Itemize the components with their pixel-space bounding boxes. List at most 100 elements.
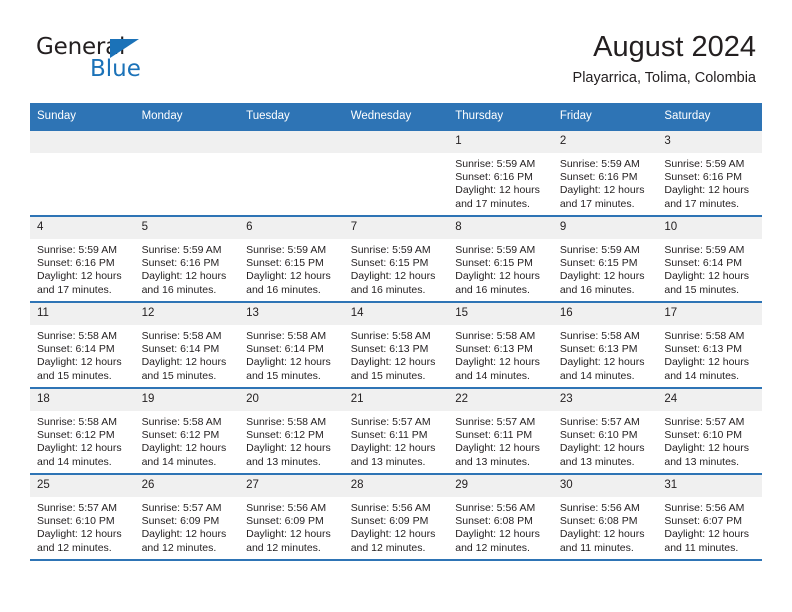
calendar-day-cell[interactable]: 9 Sunrise: 5:59 AM Sunset: 6:15 PM Daylight… — [552, 215, 658, 302]
calendar-day-cell-inner: 15 Sunrise: 5:58 AM Sunset: 6:13 PM Dayligh… — [448, 303, 553, 387]
daylight-text: Daylight: 12 hours and 14 minutes. — [37, 442, 122, 468]
sunset-text: Sunset: 6:15 PM — [559, 257, 638, 270]
calendar-day-number: 16 — [552, 303, 658, 325]
daylight-text: Daylight: 12 hours and 17 minutes. — [455, 184, 540, 210]
calendar-day-number: 8 — [448, 217, 553, 239]
calendar-day-number: 25 — [30, 475, 135, 497]
daylight-text: Daylight: 12 hours and 13 minutes. — [350, 442, 436, 468]
calendar-day-details: Sunrise: 5:59 AM Sunset: 6:16 PM Daylight:… — [135, 239, 240, 297]
sunset-text: Sunset: 6:13 PM — [559, 343, 638, 356]
calendar-day-details: Sunrise: 5:58 AM Sunset: 6:14 PM Daylight:… — [135, 325, 240, 383]
calendar-day-cell[interactable]: 31 Sunrise: 5:56 AM Sunset: 6:07 PM Dayligh… — [657, 473, 762, 561]
calendar-day-details: Sunrise: 5:58 AM Sunset: 6:13 PM Daylight:… — [657, 325, 762, 383]
calendar-day-cell[interactable]: 30 Sunrise: 5:56 AM Sunset: 6:08 PM Dayligh… — [552, 473, 658, 561]
calendar-day-cell[interactable]: 11 Sunrise: 5:58 AM Sunset: 6:14 PM Dayligh… — [30, 301, 135, 388]
calendar-day-number: 22 — [448, 389, 553, 411]
calendar-day-cell[interactable]: 13 Sunrise: 5:58 AM Sunset: 6:14 PM Dayligh… — [239, 301, 344, 388]
calendar-week-row: 11 Sunrise: 5:58 AM Sunset: 6:14 PM Dayligh… — [30, 301, 762, 388]
sunset-text: Sunset: 6:08 PM — [559, 515, 638, 528]
calendar-day-cell[interactable]: 15 Sunrise: 5:58 AM Sunset: 6:13 PM Dayligh… — [448, 301, 553, 388]
calendar-day-cell[interactable]: 18 Sunrise: 5:58 AM Sunset: 6:12 PM Dayligh… — [30, 387, 135, 474]
calendar-day-cell[interactable]: 6 Sunrise: 5:59 AM Sunset: 6:15 PM Daylight… — [239, 215, 344, 302]
calendar-day-cell-inner — [239, 131, 344, 215]
calendar-day-cell-empty — [134, 129, 240, 216]
sunrise-text: Sunrise: 5:58 AM — [141, 416, 222, 428]
calendar-day-details: Sunrise: 5:58 AM Sunset: 6:13 PM Daylight:… — [344, 325, 449, 383]
sunset-text: Sunset: 6:13 PM — [350, 343, 429, 356]
calendar-body: 1 Sunrise: 5:59 AM Sunset: 6:16 PM Daylight… — [30, 129, 762, 561]
title-block: August 2024 Playarrica, Tolima, Colombia — [573, 30, 756, 87]
calendar-day-cell-inner — [30, 131, 135, 215]
calendar-day-cell-empty — [343, 129, 449, 216]
calendar-day-cell[interactable]: 2 Sunrise: 5:59 AM Sunset: 6:16 PM Daylight… — [552, 129, 658, 216]
calendar-day-cell[interactable]: 5 Sunrise: 5:59 AM Sunset: 6:16 PM Daylight… — [134, 215, 240, 302]
calendar-day-cell[interactable]: 12 Sunrise: 5:58 AM Sunset: 6:14 PM Dayligh… — [134, 301, 240, 388]
calendar-day-cell-inner: 25 Sunrise: 5:57 AM Sunset: 6:10 PM Dayligh… — [30, 475, 135, 559]
calendar-day-cell[interactable]: 19 Sunrise: 5:58 AM Sunset: 6:12 PM Dayligh… — [134, 387, 240, 474]
daylight-text: Daylight: 12 hours and 16 minutes. — [350, 270, 436, 296]
calendar-day-cell[interactable]: 21 Sunrise: 5:57 AM Sunset: 6:11 PM Dayligh… — [343, 387, 449, 474]
calendar-day-cell[interactable]: 3 Sunrise: 5:59 AM Sunset: 6:16 PM Daylight… — [657, 129, 762, 216]
daylight-text: Daylight: 12 hours and 11 minutes. — [664, 528, 750, 554]
calendar-day-details: Sunrise: 5:58 AM Sunset: 6:13 PM Daylight:… — [553, 325, 658, 383]
calendar-day-cell[interactable]: 27 Sunrise: 5:56 AM Sunset: 6:09 PM Dayligh… — [239, 473, 344, 561]
sunset-text: Sunset: 6:13 PM — [455, 343, 533, 356]
calendar-day-cell[interactable]: 23 Sunrise: 5:57 AM Sunset: 6:10 PM Dayligh… — [552, 387, 658, 474]
sunrise-text: Sunrise: 5:59 AM — [559, 244, 640, 256]
calendar-day-cell[interactable]: 10 Sunrise: 5:59 AM Sunset: 6:14 PM Dayligh… — [657, 215, 762, 302]
sunset-text: Sunset: 6:16 PM — [664, 171, 743, 184]
calendar-day-cell[interactable]: 28 Sunrise: 5:56 AM Sunset: 6:09 PM Dayligh… — [343, 473, 449, 561]
calendar-day-number: 3 — [657, 131, 762, 153]
calendar-day-cell[interactable]: 29 Sunrise: 5:56 AM Sunset: 6:08 PM Dayligh… — [448, 473, 553, 561]
calendar-day-cell[interactable]: 8 Sunrise: 5:59 AM Sunset: 6:15 PM Daylight… — [448, 215, 553, 302]
calendar-day-number: 4 — [30, 217, 135, 239]
sunrise-text: Sunrise: 5:57 AM — [37, 502, 117, 514]
calendar-day-cell-inner — [134, 131, 240, 215]
sunset-text: Sunset: 6:14 PM — [37, 343, 115, 356]
calendar-day-cell-inner: 2 Sunrise: 5:59 AM Sunset: 6:16 PM Daylight… — [552, 131, 658, 215]
sunset-text: Sunset: 6:15 PM — [350, 257, 429, 270]
calendar-day-number: 27 — [239, 475, 344, 497]
sunrise-text: Sunrise: 5:56 AM — [350, 502, 431, 514]
calendar-day-cell[interactable]: 14 Sunrise: 5:58 AM Sunset: 6:13 PM Dayligh… — [343, 301, 449, 388]
calendar-day-cell[interactable]: 20 Sunrise: 5:58 AM Sunset: 6:12 PM Dayligh… — [239, 387, 344, 474]
calendar-day-details: Sunrise: 5:57 AM Sunset: 6:11 PM Daylight:… — [344, 411, 449, 469]
calendar-day-cell-inner: 11 Sunrise: 5:58 AM Sunset: 6:14 PM Dayligh… — [30, 303, 135, 387]
calendar-page: General Blue August 2024 Playarrica, Tol… — [0, 0, 792, 612]
calendar-day-number: 23 — [552, 389, 658, 411]
daylight-text: Daylight: 12 hours and 15 minutes. — [350, 356, 436, 382]
logo-text-blue: Blue — [90, 56, 141, 82]
sunrise-text: Sunrise: 5:58 AM — [37, 416, 117, 428]
sunset-text: Sunset: 6:15 PM — [455, 257, 533, 270]
sunrise-text: Sunrise: 5:58 AM — [246, 416, 327, 428]
sunrise-text: Sunrise: 5:58 AM — [455, 330, 536, 342]
sunset-text: Sunset: 6:16 PM — [141, 257, 220, 270]
daylight-text: Daylight: 12 hours and 12 minutes. — [246, 528, 331, 554]
calendar-day-number: 20 — [239, 389, 344, 411]
page-header: General Blue August 2024 Playarrica, Tol… — [0, 0, 792, 103]
weekday-header-row: Sunday Monday Tuesday Wednesday Thursday… — [30, 103, 762, 130]
calendar-day-cell[interactable]: 24 Sunrise: 5:57 AM Sunset: 6:10 PM Dayligh… — [657, 387, 762, 474]
calendar-day-details: Sunrise: 5:57 AM Sunset: 6:10 PM Daylight:… — [553, 411, 658, 469]
sunset-text: Sunset: 6:09 PM — [141, 515, 220, 528]
calendar-day-cell-inner: 26 Sunrise: 5:57 AM Sunset: 6:09 PM Dayligh… — [134, 475, 240, 559]
sunset-text: Sunset: 6:11 PM — [350, 429, 428, 442]
general-blue-logo[interactable]: General Blue — [36, 34, 216, 86]
calendar-day-cell[interactable]: 26 Sunrise: 5:57 AM Sunset: 6:09 PM Dayligh… — [134, 473, 240, 561]
calendar-day-cell[interactable]: 17 Sunrise: 5:58 AM Sunset: 6:13 PM Dayligh… — [657, 301, 762, 388]
calendar-day-cell[interactable]: 7 Sunrise: 5:59 AM Sunset: 6:15 PM Daylight… — [343, 215, 449, 302]
calendar-day-cell-inner: 8 Sunrise: 5:59 AM Sunset: 6:15 PM Daylight… — [448, 217, 553, 301]
calendar-week-row: 4 Sunrise: 5:59 AM Sunset: 6:16 PM Daylight… — [30, 215, 762, 302]
calendar-day-cell[interactable]: 22 Sunrise: 5:57 AM Sunset: 6:11 PM Dayligh… — [448, 387, 553, 474]
calendar-day-cell[interactable]: 25 Sunrise: 5:57 AM Sunset: 6:10 PM Dayligh… — [30, 473, 135, 561]
calendar-day-cell-inner: 7 Sunrise: 5:59 AM Sunset: 6:15 PM Daylight… — [343, 217, 449, 301]
calendar-day-cell[interactable]: 16 Sunrise: 5:58 AM Sunset: 6:13 PM Dayligh… — [552, 301, 658, 388]
calendar-day-cell[interactable]: 4 Sunrise: 5:59 AM Sunset: 6:16 PM Daylight… — [30, 215, 135, 302]
calendar-week-row: 1 Sunrise: 5:59 AM Sunset: 6:16 PM Daylight… — [30, 129, 762, 216]
calendar-day-number: 19 — [134, 389, 240, 411]
weekday-header-sunday: Sunday — [30, 103, 135, 130]
calendar-day-cell-inner: 13 Sunrise: 5:58 AM Sunset: 6:14 PM Dayligh… — [239, 303, 344, 387]
sunrise-text: Sunrise: 5:59 AM — [455, 158, 536, 170]
calendar-day-number: 12 — [134, 303, 240, 325]
calendar-day-cell[interactable]: 1 Sunrise: 5:59 AM Sunset: 6:16 PM Daylight… — [448, 129, 553, 216]
